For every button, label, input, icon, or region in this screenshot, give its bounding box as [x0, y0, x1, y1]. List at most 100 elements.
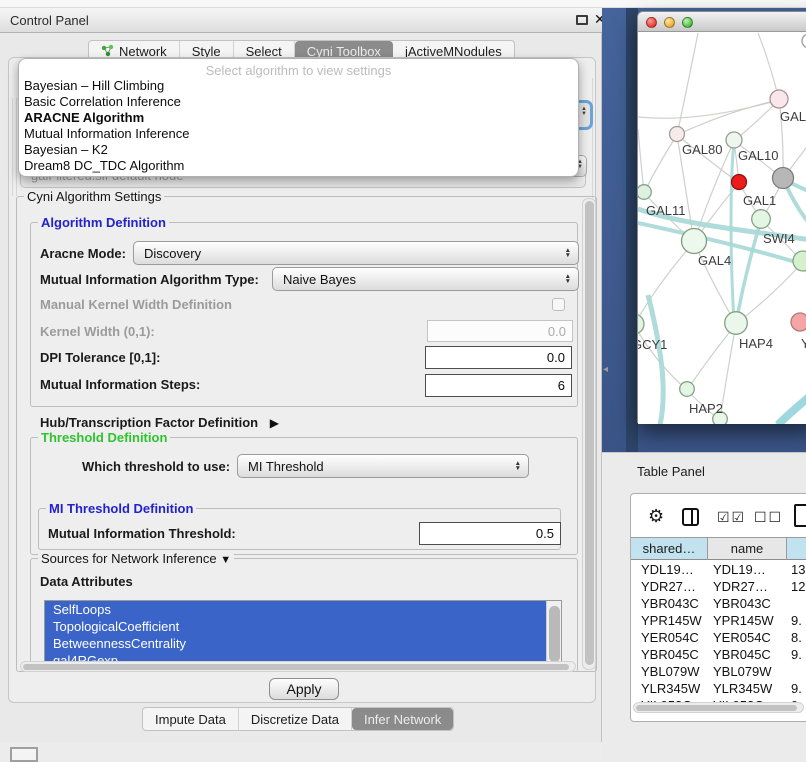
cell: 9.: [791, 681, 802, 696]
network-view-window: GALGAL80GAL10GAL1GAL11SWI4GAL4GCY1HAP4YH…: [637, 11, 806, 423]
network-edge[interactable]: [677, 33, 698, 135]
network-edge[interactable]: [638, 242, 694, 325]
network-window-titlebar[interactable]: [638, 12, 806, 32]
network-node-label: HAP4: [739, 336, 773, 351]
export-table-icon[interactable]: [794, 504, 806, 527]
table-hscrollbar-thumb[interactable]: [636, 705, 797, 712]
cell: YPR145W: [641, 613, 702, 628]
kernel-width-field[interactable]: 0.0: [427, 320, 573, 342]
minimized-panel-button[interactable]: [10, 747, 38, 762]
network-edge[interactable]: [736, 220, 761, 324]
cell: YER054C: [641, 630, 699, 645]
data-attributes-label: Data Attributes: [40, 574, 133, 589]
bottom-tab-impute-data[interactable]: Impute Data: [143, 708, 239, 730]
popup-item-aracne-algorithm[interactable]: ARACNE Algorithm: [19, 110, 578, 126]
settings-vscrollbar[interactable]: [582, 198, 596, 670]
table-row[interactable]: YDR27…YDR27…12: [631, 578, 806, 595]
mi-threshold-label: Mutual Information Threshold:: [48, 526, 236, 541]
cell: YDL19…: [713, 562, 766, 577]
settings-hscrollbar[interactable]: [20, 661, 576, 672]
network-node-label: GAL: [780, 109, 806, 124]
attribute-item-topologicalcoefficient[interactable]: TopologicalCoefficient: [45, 618, 561, 635]
mi-type-combo[interactable]: Naive Bayes ▲▼: [272, 267, 579, 291]
table-row[interactable]: YER054CYER054C8.: [631, 629, 806, 646]
table-row[interactable]: YPR145WYPR145W9.: [631, 612, 806, 629]
network-node-gcy1[interactable]: [638, 314, 644, 334]
popup-item-basic-correlation-inference[interactable]: Basic Correlation Inference: [19, 94, 578, 110]
network-node-label: GAL80: [682, 142, 722, 157]
minimize-traffic-light[interactable]: [664, 17, 675, 28]
network-node-gal[interactable]: [770, 90, 788, 108]
table-row[interactable]: YBL079WYBL079W: [631, 663, 806, 680]
table-hscrollbar[interactable]: [633, 702, 804, 713]
network-edge[interactable]: [778, 389, 806, 424]
network-node-gal4[interactable]: [682, 229, 707, 254]
network-node-gal11[interactable]: [638, 185, 651, 200]
network-edge[interactable]: [648, 295, 663, 424]
network-node-gal1[interactable]: [773, 168, 794, 189]
network-edge[interactable]: [731, 141, 734, 323]
settings-hscrollbar-thumb[interactable]: [23, 664, 569, 671]
network-node-gal10[interactable]: [726, 132, 742, 148]
which-threshold-combo[interactable]: MI Threshold ▲▼: [237, 454, 529, 478]
network-node-hap4[interactable]: [725, 312, 748, 335]
aracne-mode-combo[interactable]: Discovery ▲▼: [133, 241, 579, 265]
float-window-icon[interactable]: [576, 15, 588, 25]
cell: YPR145W: [713, 613, 774, 628]
tab-label: Discretize Data: [251, 712, 339, 727]
cell: YBR043C: [641, 596, 699, 611]
network-node-hap2[interactable]: [680, 382, 695, 397]
column-header-shared-[interactable]: shared…: [631, 537, 708, 560]
attribute-item-betweennesscentrality[interactable]: BetweennessCentrality: [45, 635, 561, 652]
splitpane-collapse-icon[interactable]: ◂: [603, 364, 608, 375]
network-canvas[interactable]: GALGAL80GAL10GAL1GAL11SWI4GAL4GCY1HAP4YH…: [638, 33, 806, 424]
zoom-traffic-light[interactable]: [682, 17, 693, 28]
network-edge[interactable]: [687, 324, 736, 390]
manual-kernel-checkbox[interactable]: [552, 298, 565, 311]
hub-definition-expander[interactable]: Hub/Transcription Factor Definition ▶: [40, 415, 279, 430]
table-row[interactable]: YLR345WYLR345W9.: [631, 680, 806, 697]
deselect-all-checkboxes-icon[interactable]: ☐☐: [754, 509, 783, 526]
close-traffic-light[interactable]: [646, 17, 657, 28]
network-node-label: GAL11: [646, 203, 686, 218]
tab-label: Impute Data: [155, 712, 226, 727]
app-top-strip: [0, 0, 806, 8]
popup-item-bayesian-k2[interactable]: Bayesian – K2: [19, 142, 578, 158]
select-all-checkboxes-icon[interactable]: ☑☑: [717, 509, 746, 526]
attr-list-vscrollbar-thumb[interactable]: [549, 606, 560, 662]
network-node[interactable]: [802, 34, 806, 48]
popup-item-mutual-information-inference[interactable]: Mutual Information Inference: [19, 126, 578, 142]
attribute-item-selfloops[interactable]: SelfLoops: [45, 601, 561, 618]
table-settings-gear-icon[interactable]: ⚙: [648, 506, 664, 527]
mi-steps-field[interactable]: 6: [425, 374, 572, 397]
network-node-label: GCY1: [638, 337, 667, 352]
sources-collapse-toggle[interactable]: Sources for Network Inference ▼: [38, 551, 234, 566]
network-node-y[interactable]: [791, 313, 806, 331]
settings-vscrollbar-thumb[interactable]: [585, 201, 594, 665]
network-node-label: GAL4: [698, 253, 731, 268]
table-row[interactable]: YBR045CYBR045C9.: [631, 646, 806, 663]
cyni-algorithm-settings-title: Cyni Algorithm Settings: [24, 189, 164, 204]
mi-threshold-value: 0.5: [536, 526, 554, 541]
cell: YBR045C: [641, 647, 699, 662]
show-columns-icon[interactable]: [682, 508, 699, 526]
mi-threshold-field[interactable]: 0.5: [419, 522, 561, 545]
column-header-a[interactable]: A: [787, 537, 806, 560]
table-row[interactable]: YBR043CYBR043C: [631, 595, 806, 612]
network-node-gal80[interactable]: [670, 127, 685, 142]
dpi-tolerance-field[interactable]: 0.0: [425, 346, 572, 369]
popup-item-bayesian-hill-climbing[interactable]: Bayesian – Hill Climbing: [19, 78, 578, 94]
bottom-tab-discretize-data[interactable]: Discretize Data: [239, 708, 352, 730]
apply-button[interactable]: Apply: [269, 678, 339, 700]
table-row[interactable]: YDL19…YDL19…13: [631, 561, 806, 578]
network-edge[interactable]: [644, 135, 677, 193]
popup-item-dream8-dc-tdc-algorithm[interactable]: Dream8 DC_TDC Algorithm: [19, 158, 578, 174]
network-node-swi4[interactable]: [752, 210, 771, 229]
network-node[interactable]: [732, 175, 747, 190]
manual-kernel-label: Manual Kernel Width Definition: [40, 297, 232, 312]
network-edge[interactable]: [638, 100, 779, 118]
bottom-tab-infer-network[interactable]: Infer Network: [352, 708, 453, 730]
sources-title: Sources for Network Inference: [41, 551, 217, 566]
network-edge[interactable]: [638, 129, 644, 193]
column-header-name[interactable]: name: [708, 537, 787, 560]
